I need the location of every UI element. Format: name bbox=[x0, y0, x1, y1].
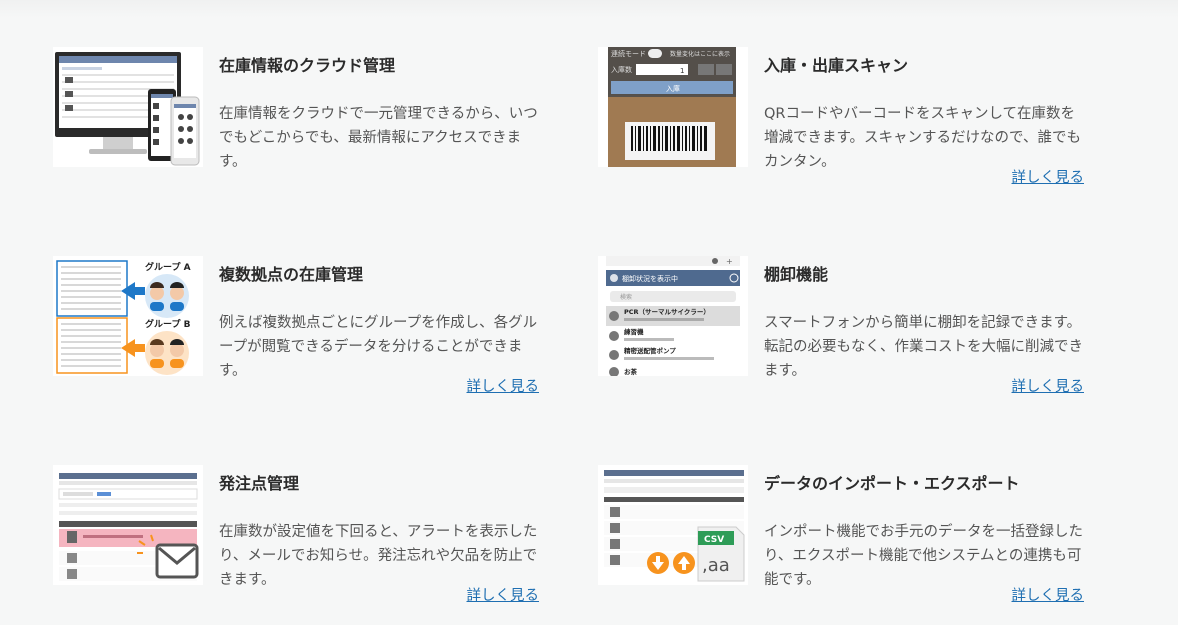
feature-title: 棚卸機能 bbox=[764, 265, 829, 284]
stocktake-more-link[interactable]: 詳しく見る bbox=[1012, 375, 1085, 396]
barcode-scan-thumbnail: 連続モード 数量変化はここに表示 入庫数 1 入庫 bbox=[598, 47, 748, 167]
stocktake-search-label: 検索 bbox=[620, 293, 632, 301]
group-b-label: グループ B bbox=[145, 318, 191, 330]
reorder-alert-thumbnail bbox=[53, 465, 203, 585]
feature-description: 例えば複数拠点ごとにグループを作成し、各グループが閲覧できるデータを分けることが… bbox=[219, 315, 538, 379]
feature-title: 入庫・出庫スキャン bbox=[764, 56, 909, 75]
scan-qty-label: 入庫数 bbox=[611, 65, 632, 74]
cloud-devices-thumbnail bbox=[53, 47, 203, 167]
scan-in-button-label: 入庫 bbox=[666, 84, 680, 93]
feature-title: データのインポート・エクスポート bbox=[764, 474, 1020, 493]
stocktake-item-3: 精密送配管ポンプ bbox=[624, 346, 676, 355]
scan-more-link[interactable]: 詳しく見る bbox=[1012, 166, 1085, 187]
multi-group-thumbnail: グループ A グループ B bbox=[53, 256, 203, 376]
feature-card-scan: 連続モード 数量変化はここに表示 入庫数 1 入庫 入庫・出庫スキャン QRコー… bbox=[598, 47, 1088, 207]
feature-description: スマートフォンから簡単に棚卸を記録できます。転記の必要もなく、作業コストを大幅に… bbox=[764, 315, 1083, 379]
feature-title: 複数拠点の在庫管理 bbox=[219, 265, 364, 284]
group-a-label: グループ A bbox=[145, 261, 191, 273]
multi-site-more-link[interactable]: 詳しく見る bbox=[467, 375, 540, 396]
scan-toggle-label: 数量変化はここに表示 bbox=[670, 50, 730, 58]
svg-text:+: + bbox=[726, 257, 733, 266]
stocktake-header-label: 棚卸状況を表示中 bbox=[622, 274, 678, 283]
feature-description: インポート機能でお手元のデータを一括登録したり、エクスポート機能で他システムとの… bbox=[764, 524, 1083, 588]
top-band bbox=[0, 0, 1178, 18]
feature-description: 在庫数が設定値を下回ると、アラートを表示したり、メールでお知らせ。発注忘れや欠品… bbox=[219, 524, 538, 588]
csv-aa-label: ,aa bbox=[702, 555, 730, 576]
feature-title: 在庫情報のクラウド管理 bbox=[219, 56, 396, 75]
feature-description: 在庫情報をクラウドで一元管理できるから、いつでもどこからでも、最新情報にアクセス… bbox=[219, 106, 538, 170]
csv-label: CSV bbox=[704, 535, 724, 545]
stocktake-app-thumbnail: + 棚卸状況を表示中 検索 PCR（サーマルサイクラー） 練習機 精密送配管ポン… bbox=[598, 256, 748, 376]
reorder-more-link[interactable]: 詳しく見る bbox=[467, 584, 540, 605]
stocktake-item-2: 練習機 bbox=[624, 327, 644, 336]
import-export-more-link[interactable]: 詳しく見る bbox=[1012, 584, 1085, 605]
feature-card-stocktake: + 棚卸状況を表示中 検索 PCR（サーマルサイクラー） 練習機 精密送配管ポン… bbox=[598, 256, 1088, 416]
csv-import-export-thumbnail: CSV ,aa bbox=[598, 465, 748, 585]
feature-card-import-export: CSV ,aa データのインポート・エクスポート インポート機能でお手元のデータ… bbox=[598, 465, 1088, 625]
feature-title: 発注点管理 bbox=[219, 474, 300, 493]
scan-qty-value: 1 bbox=[680, 67, 684, 75]
stocktake-item-1: PCR（サーマルサイクラー） bbox=[624, 307, 710, 316]
feature-card-reorder: 発注点管理 在庫数が設定値を下回ると、アラートを表示したり、メールでお知らせ。発… bbox=[53, 465, 543, 625]
scan-mode-label: 連続モード bbox=[611, 49, 646, 58]
feature-description: QRコードやバーコードをスキャンして在庫数を増減できます。スキャンするだけなので… bbox=[764, 106, 1081, 170]
feature-card-multi-site: グループ A グループ B 複数拠点の在庫管理 例えば複数拠点ごとにグループを作… bbox=[53, 256, 543, 416]
stocktake-item-4: お茶 bbox=[624, 367, 638, 376]
feature-card-cloud: 在庫情報のクラウド管理 在庫情報をクラウドで一元管理できるから、いつでもどこから… bbox=[53, 47, 543, 207]
